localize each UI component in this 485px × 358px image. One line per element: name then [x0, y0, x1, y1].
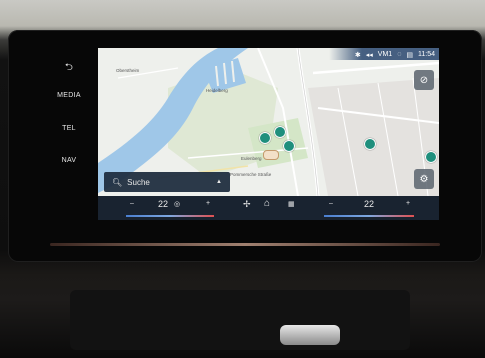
charging-station-poi[interactable] — [364, 138, 376, 150]
right-temp-down-button[interactable]: – — [329, 200, 333, 207]
charging-station-poi[interactable] — [259, 132, 271, 144]
right-temperature: 22 — [364, 199, 375, 209]
infotainment-screen: Oberstheim Heidelberg Pommersche Straße … — [98, 48, 439, 220]
message-icon: ▤ — [406, 51, 413, 59]
vent-knob[interactable] — [280, 325, 340, 345]
search-placeholder: Suche — [127, 177, 150, 187]
map-label-area1: Oberstheim — [116, 68, 140, 73]
charging-station-poi[interactable] — [283, 140, 295, 152]
left-temp-down-button[interactable]: – — [130, 200, 134, 207]
compass-icon[interactable]: ⊘ — [414, 70, 434, 90]
settings-gear-icon[interactable]: ⚙ — [414, 169, 434, 189]
air-vent — [70, 290, 410, 350]
bluetooth-icon: ✱ — [354, 51, 361, 59]
charging-station-poi[interactable] — [274, 126, 286, 138]
nav-button[interactable]: NAV — [52, 157, 86, 164]
bezel-trim — [50, 243, 440, 246]
left-temperature: 22 — [158, 199, 169, 209]
network-label: VM1 — [377, 51, 393, 58]
wifi-icon: ◌ — [397, 51, 402, 58]
vehicle-position-icon — [263, 150, 279, 160]
expand-chevron-icon[interactable]: ▲ — [216, 179, 222, 185]
left-temperature-gauge — [126, 215, 214, 217]
search-icon: 🔍︎ — [112, 177, 123, 187]
media-button[interactable]: MEDIA — [52, 92, 86, 99]
left-temp-up-button[interactable]: + — [206, 200, 210, 207]
map-label-area2: Heidelberg — [206, 88, 228, 93]
seat-heating-icon[interactable]: ◎ — [174, 200, 180, 208]
right-temperature-gauge — [324, 215, 414, 217]
signal-icon: ◂◂ — [365, 51, 373, 59]
map-label-street1: Pommersche Straße — [230, 172, 272, 177]
clock: 11:54 — [418, 51, 435, 58]
right-temp-up-button[interactable]: + — [406, 200, 410, 207]
map-label-street2: Eulenberg — [241, 156, 262, 161]
tel-button[interactable]: TEL — [52, 125, 86, 132]
fan-icon[interactable]: ✢ — [243, 199, 251, 210]
status-bar: ✱ ◂◂ VM1 ◌ ▤ 11:54 — [355, 50, 435, 59]
charging-station-poi[interactable] — [425, 151, 437, 163]
climate-bar: – 22 ◎ + ✢ ⌂ ▦ – 22 + — [98, 196, 439, 220]
search-field[interactable]: 🔍︎ Suche ▲ — [104, 172, 230, 192]
home-icon[interactable]: ⌂ — [264, 198, 270, 209]
apps-grid-icon[interactable]: ▦ — [288, 200, 295, 208]
back-button[interactable]: ⮌ — [52, 60, 86, 77]
